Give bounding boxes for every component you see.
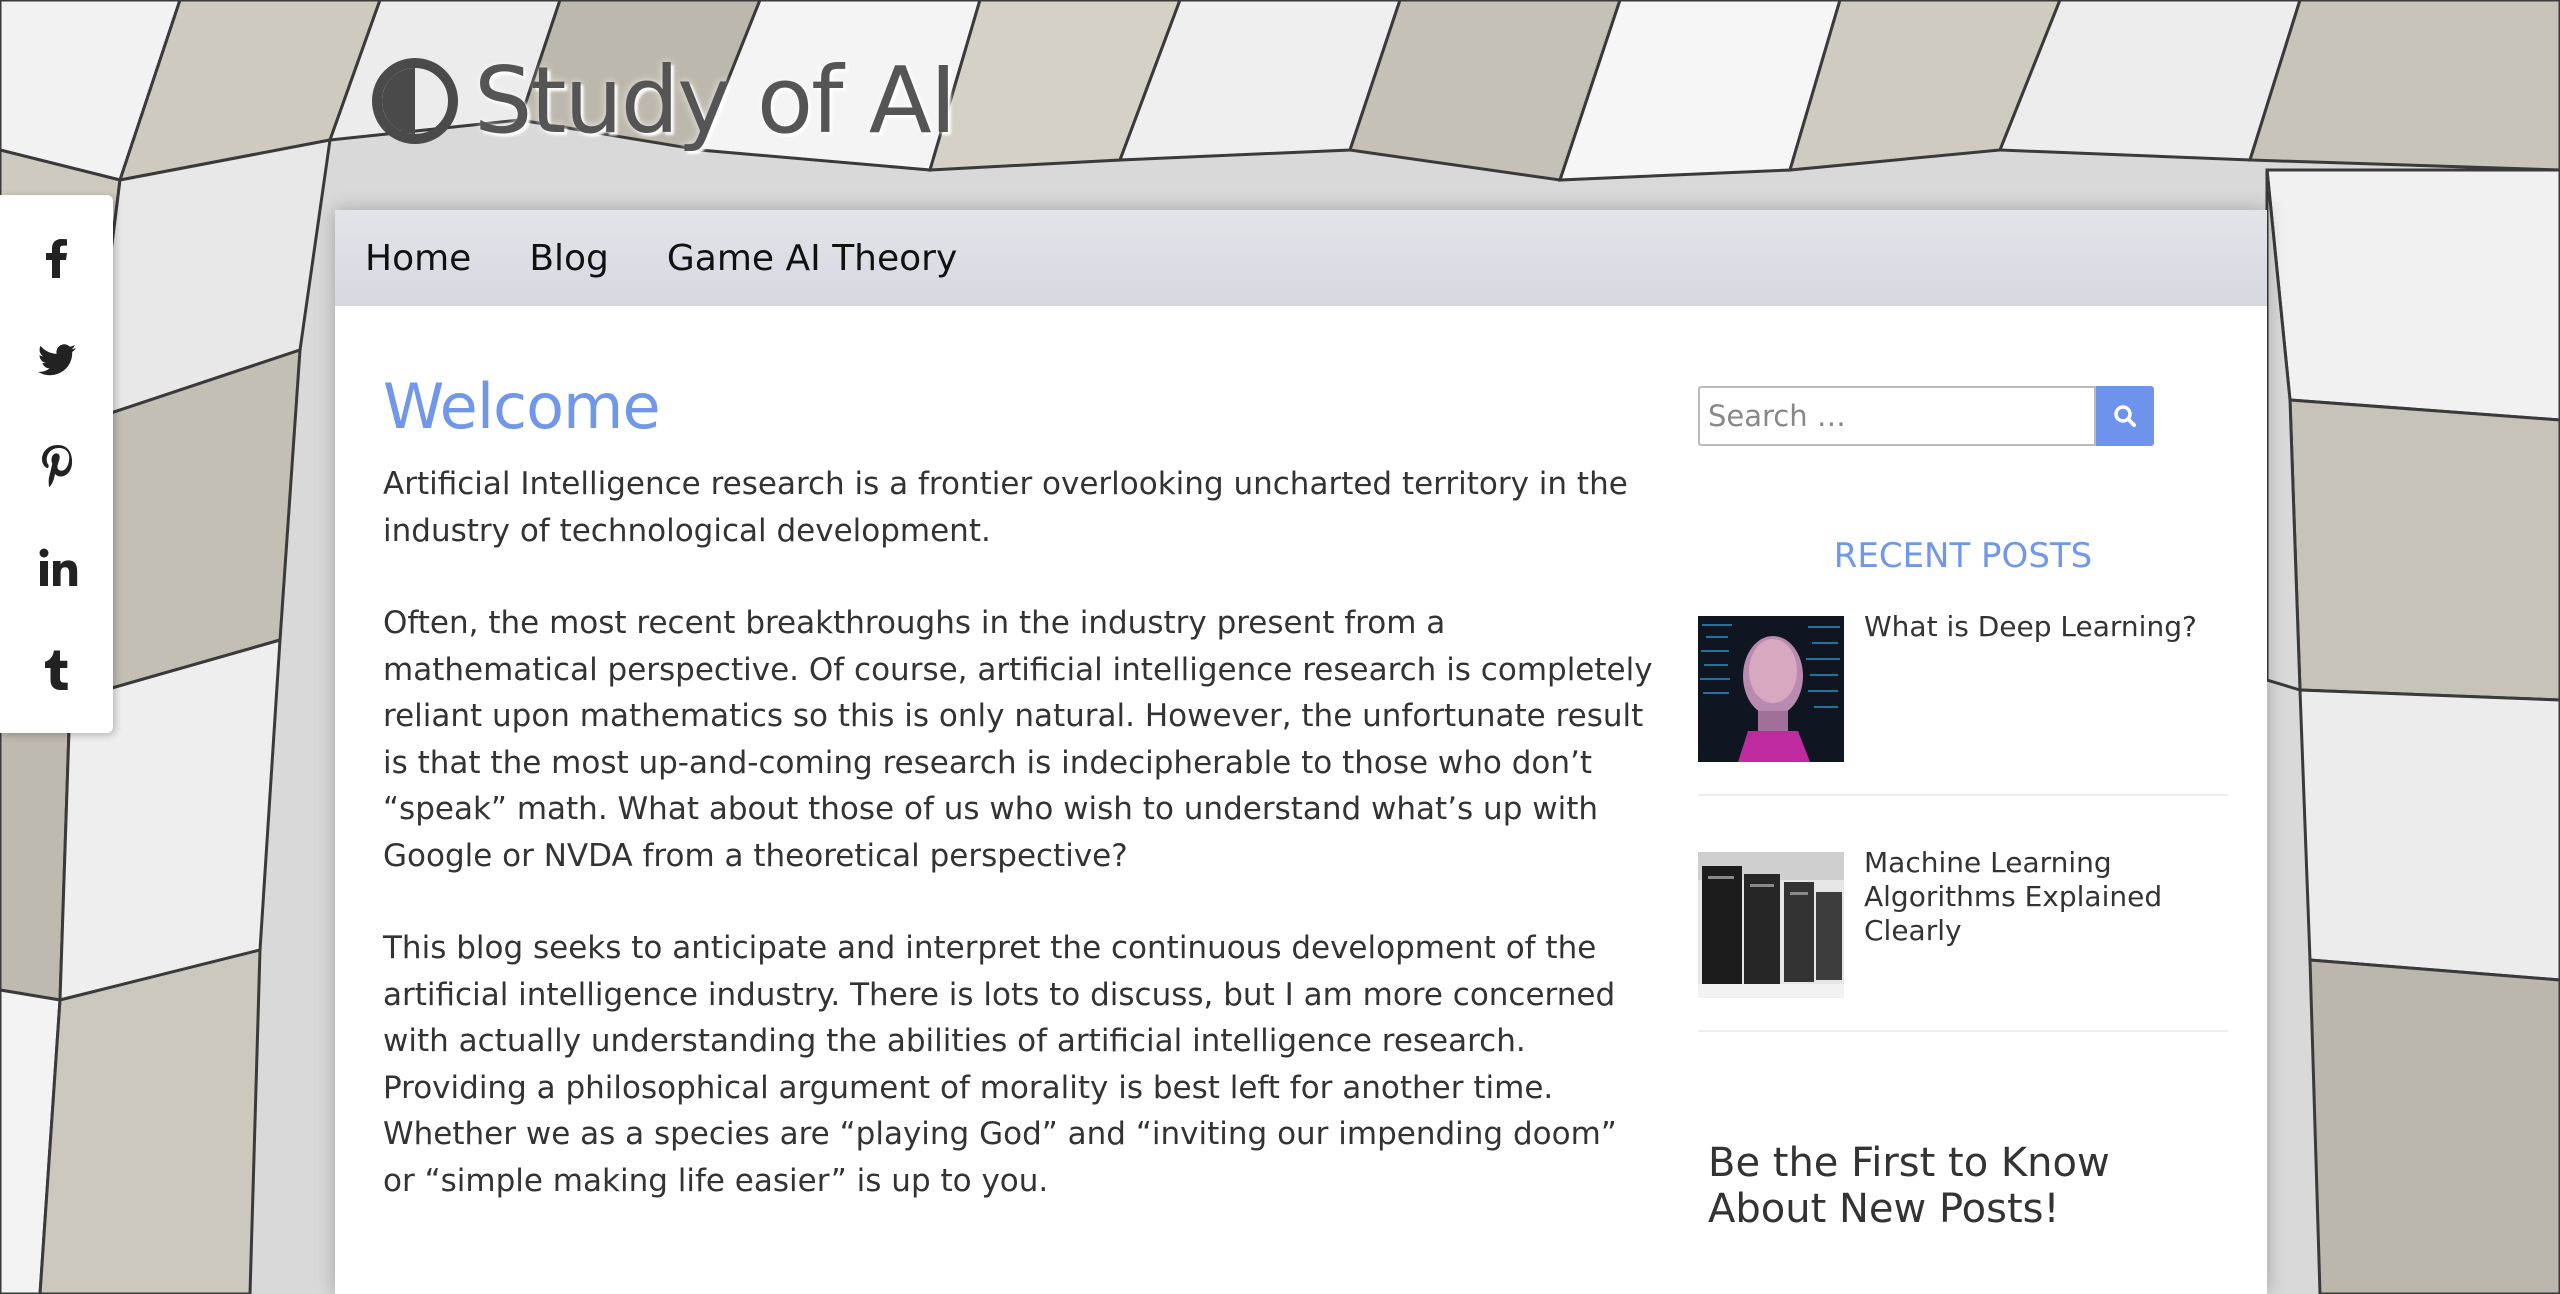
search-button[interactable] [2096,386,2154,446]
pinterest-icon[interactable] [32,439,82,489]
page-title: Welcome [383,370,661,443]
server-rack-image [1698,852,1844,998]
facebook-icon[interactable] [32,232,82,282]
tumblr-icon[interactable] [32,646,82,696]
body-paragraph: Often, the most recent breakthroughs in … [383,605,1653,874]
list-item: Machine Learning Algorithms Explained Cl… [1698,846,2228,1032]
nav-home[interactable]: Home [365,238,471,279]
post-thumbnail[interactable] [1698,616,1844,762]
sidebar: RECENT POSTS What is Deep L [1698,386,2228,1232]
social-share-bar [0,195,113,733]
subscribe-heading: Be the First to Know About New Posts! [1708,1140,2110,1232]
half-circle-logo-icon [372,58,458,144]
intro-paragraph: Artificial Intelligence research is a fr… [383,466,1628,549]
main-nav: Home Blog Game AI Theory [335,210,2267,306]
robot-face-image [1698,616,1844,762]
post-thumbnail[interactable] [1698,852,1844,998]
search-form [1698,386,2154,446]
post-link[interactable]: Machine Learning Algorithms Explained Cl… [1864,846,2228,998]
post-link[interactable]: What is Deep Learning? [1864,610,2197,762]
twitter-icon[interactable] [32,335,82,385]
page-content: Welcome Artificial Intelligence research… [383,370,1653,1250]
body-paragraph: This blog seeks to anticipate and interp… [383,930,1617,1199]
search-input[interactable] [1698,386,2096,446]
linkedin-icon[interactable] [32,543,82,593]
list-item: What is Deep Learning? [1698,610,2228,796]
search-icon [2114,405,2136,427]
site-brand[interactable]: Study of AI [370,55,957,147]
nav-game-ai-theory[interactable]: Game AI Theory [667,238,957,279]
site-title[interactable]: Study of AI [474,55,957,147]
main-container: Home Blog Game AI Theory Welcome Artific… [335,210,2267,1294]
recent-posts-heading: RECENT POSTS [1833,536,2093,576]
nav-blog[interactable]: Blog [529,238,609,279]
